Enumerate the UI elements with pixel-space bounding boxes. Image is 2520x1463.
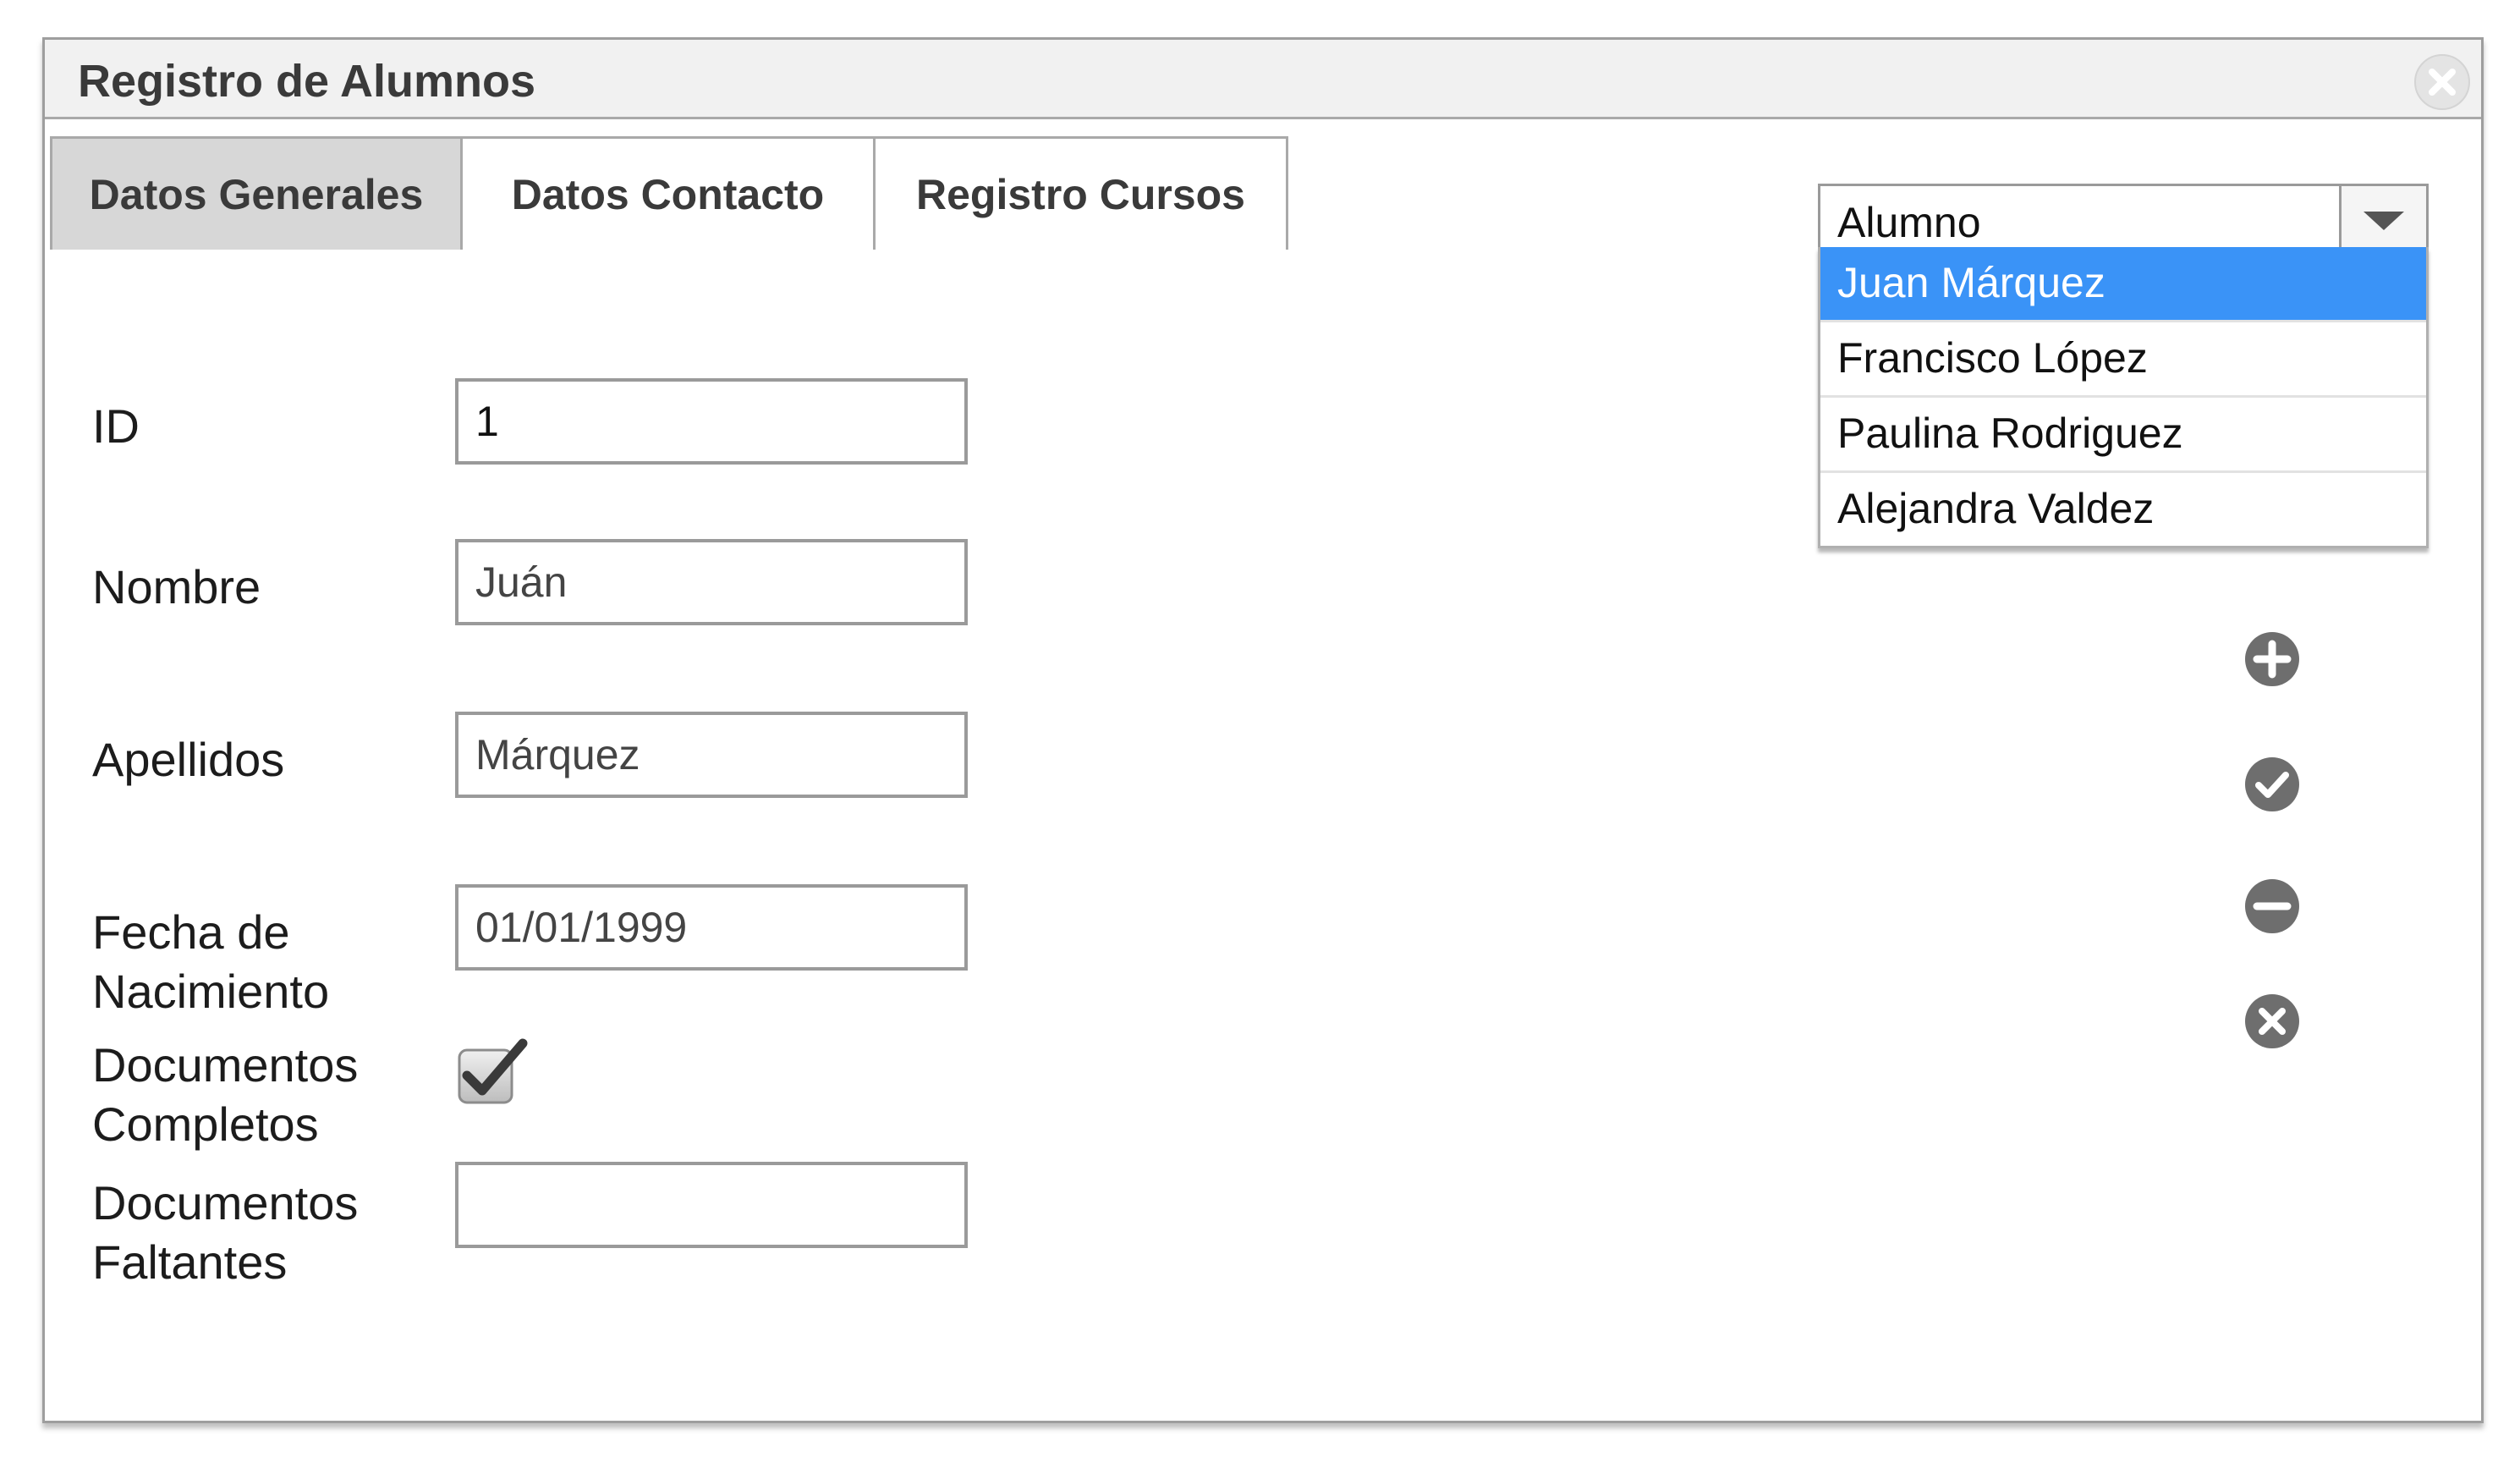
fecha-label-line1: Fecha de (92, 905, 290, 959)
nombre-field[interactable] (455, 539, 968, 625)
alumno-dropdown-list: Juan Márquez Francisco López Paulina Rod… (1818, 247, 2429, 548)
docs-completos-label-line2: Completos (92, 1097, 319, 1151)
alumno-select-value: Alumno (1837, 199, 1981, 246)
check-circle-icon[interactable] (2243, 756, 2301, 813)
alumno-select-toggle[interactable] (2339, 186, 2426, 249)
alumno-select[interactable]: Alumno (1818, 184, 2429, 251)
plus-circle-icon[interactable] (2243, 630, 2301, 688)
documentos-faltantes-field[interactable] (455, 1162, 968, 1248)
id-label: ID (92, 399, 140, 453)
tab-datos-generales[interactable]: Datos Generales (50, 136, 463, 250)
fecha-nacimiento-field[interactable] (455, 884, 968, 971)
tab-datos-contacto[interactable]: Datos Contacto (463, 136, 876, 250)
alumno-option-paulina-rodriguez[interactable]: Paulina Rodriguez (1820, 398, 2426, 473)
alumno-option-juan-marquez[interactable]: Juan Márquez (1820, 247, 2426, 322)
apellidos-field[interactable] (455, 712, 968, 798)
documentos-completos-label: Documentos Completos (92, 1036, 358, 1154)
title-bar: Registro de Alumnos (45, 40, 2481, 119)
fecha-nacimiento-label: Fecha de Nacimiento (92, 903, 329, 1021)
docs-faltantes-label-line1: Documentos (92, 1176, 359, 1229)
documentos-faltantes-label: Documentos Faltantes (92, 1174, 358, 1292)
nombre-label: Nombre (92, 560, 261, 613)
apellidos-label: Apellidos (92, 733, 285, 786)
tab-registro-cursos[interactable]: Registro Cursos (876, 136, 1288, 250)
alumno-option-francisco-lopez[interactable]: Francisco López (1820, 322, 2426, 398)
alumno-option-alejandra-valdez[interactable]: Alejandra Valdez (1820, 473, 2426, 548)
id-field[interactable] (455, 378, 968, 465)
documentos-completos-checkbox[interactable] (457, 1038, 533, 1114)
close-circle-icon[interactable] (2243, 993, 2301, 1050)
window-close-icon[interactable] (2413, 53, 2471, 111)
chevron-down-icon (2364, 212, 2404, 230)
window-title: Registro de Alumnos (78, 56, 536, 107)
tab-bar: Datos Generales Datos Contacto Registro … (50, 136, 1288, 250)
fecha-label-line2: Nacimiento (92, 965, 330, 1018)
docs-faltantes-label-line2: Faltantes (92, 1235, 288, 1289)
student-registry-window: Registro de Alumnos Datos Generales Dato… (42, 37, 2484, 1423)
minus-circle-icon[interactable] (2243, 877, 2301, 935)
docs-completos-label-line1: Documentos (92, 1038, 359, 1092)
